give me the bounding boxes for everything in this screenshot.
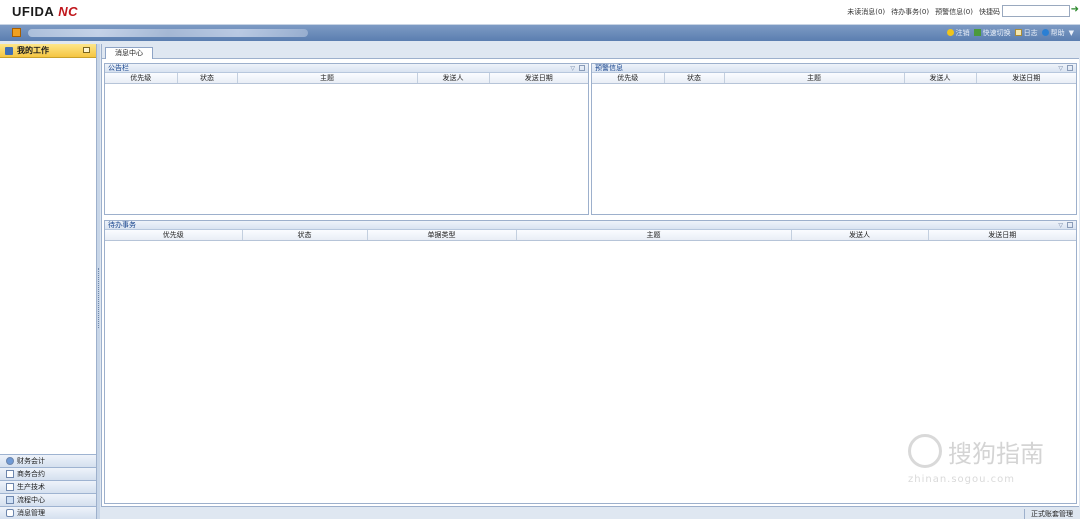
arrow-right-icon[interactable]: ➜ <box>1071 4 1079 15</box>
tab-message-center[interactable]: 消息中心 <box>105 47 153 59</box>
key-icon <box>946 29 954 36</box>
logout-button[interactable]: 注销 <box>946 28 970 38</box>
contract-icon <box>6 470 14 478</box>
col-send-date[interactable]: 发送日期 <box>489 73 588 84</box>
module-finance[interactable]: 财务会计 <box>0 454 96 467</box>
workflow-icon <box>6 496 14 504</box>
sidebar-header[interactable]: 我的工作 <box>0 44 96 58</box>
ufida-logo: UFIDA NC <box>12 4 78 19</box>
log-label: 日志 <box>1023 29 1038 37</box>
minimize-icon[interactable] <box>83 47 90 53</box>
collapse-icon[interactable]: ▽ <box>1058 65 1063 72</box>
col-send-date[interactable]: 发送日期 <box>976 73 1076 84</box>
unread-messages-link[interactable]: 未读消息(0) <box>847 7 885 17</box>
col-status[interactable]: 状态 <box>177 73 238 84</box>
alert-table: 优先级 状态 主题 发送人 发送日期 <box>592 73 1076 84</box>
todo-title: 待办事务 <box>108 221 136 229</box>
col-send-date[interactable]: 发送日期 <box>928 230 1076 241</box>
col-priority[interactable]: 优先级 <box>105 73 178 84</box>
nav-bar: 注销 快速切换 日志 帮助 ▼ <box>0 25 1080 41</box>
collapse-icon[interactable]: ▽ <box>1058 222 1063 229</box>
alert-panel: 预警信息 ▽ 优先级 状态 主题 发送人 发送日期 <box>591 63 1077 215</box>
logo-mark: NC <box>58 4 78 19</box>
notice-panel: 公告栏 ▽ 优先级 状态 主题 发送人 发送日期 <box>104 63 589 215</box>
panel-title-todo: 待办事务 ▽ <box>105 221 1076 230</box>
module-label: 流程中心 <box>17 496 45 504</box>
finance-icon <box>6 457 14 465</box>
col-sender[interactable]: 发送人 <box>904 73 977 84</box>
quick-switch-button[interactable]: 快速切换 <box>973 28 1011 38</box>
nav-actions: 注销 快速切换 日志 帮助 ▼ <box>946 28 1074 38</box>
module-list: 财务会计 商务合约 生产技术 流程中心 消息管理 <box>0 454 96 519</box>
col-status[interactable]: 状态 <box>664 73 725 84</box>
header-links: 未读消息(0) 待办事务(0) 预警信息(0) 快捷码 <box>847 7 1000 17</box>
col-priority[interactable]: 优先级 <box>105 230 243 241</box>
maximize-icon[interactable] <box>1067 65 1073 71</box>
chevron-down-icon[interactable]: ▼ <box>1069 29 1074 37</box>
notice-title: 公告栏 <box>108 64 129 72</box>
maximize-icon[interactable] <box>1067 222 1073 228</box>
help-button[interactable]: 帮助 <box>1041 28 1065 38</box>
todo-table: 优先级 状态 单据类型 主题 发送人 发送日期 <box>105 230 1076 241</box>
main-content: 消息中心 公告栏 ▽ 优先级 状态 主题 发送人 发送日期 预警信息 ▽ 优先级… <box>101 44 1079 519</box>
module-label: 财务会计 <box>17 457 45 465</box>
switch-icon <box>973 29 981 36</box>
top-header: UFIDA NC 未读消息(0) 待办事务(0) 预警信息(0) 快捷码 ➜ <box>0 0 1080 25</box>
col-sender[interactable]: 发送人 <box>791 230 929 241</box>
todo-link[interactable]: 待办事务(0) <box>891 7 929 17</box>
my-work-icon <box>5 46 13 55</box>
col-subject[interactable]: 主题 <box>237 73 418 84</box>
home-icon[interactable] <box>12 28 21 37</box>
todo-panel: 待办事务 ▽ 优先级 状态 单据类型 主题 发送人 发送日期 <box>104 220 1077 504</box>
module-workflow[interactable]: 流程中心 <box>0 493 96 506</box>
col-priority[interactable]: 优先级 <box>592 73 665 84</box>
col-doc-type[interactable]: 单据类型 <box>367 230 517 241</box>
sidebar: 我的工作 财务会计 商务合约 生产技术 流程中心 消息管理 <box>0 44 97 519</box>
alert-title: 预警信息 <box>595 64 623 72</box>
panel-tools: ▽ <box>1058 222 1073 229</box>
logo-text: UFIDA <box>12 4 55 19</box>
notice-table: 优先级 状态 主题 发送人 发送日期 <box>105 73 588 84</box>
help-label: 帮助 <box>1050 29 1065 37</box>
collapse-icon[interactable]: ▽ <box>570 65 575 72</box>
module-label: 生产技术 <box>17 483 45 491</box>
log-button[interactable]: 日志 <box>1014 28 1038 38</box>
col-subject[interactable]: 主题 <box>724 73 905 84</box>
message-icon <box>6 509 14 517</box>
maximize-icon[interactable] <box>579 65 585 71</box>
module-label: 商务合约 <box>17 470 45 478</box>
splitter-grip <box>98 268 99 328</box>
col-sender[interactable]: 发送人 <box>417 73 490 84</box>
panel-title-alert: 预警信息 ▽ <box>592 64 1076 73</box>
log-icon <box>1014 29 1022 36</box>
panel-tools: ▽ <box>570 65 585 72</box>
account-status: 正式账套管理 <box>1024 509 1073 519</box>
help-icon <box>1041 29 1049 36</box>
module-production[interactable]: 生产技术 <box>0 480 96 493</box>
module-label: 消息管理 <box>17 509 45 517</box>
tab-strip: 消息中心 <box>102 44 1079 59</box>
sidebar-splitter[interactable] <box>97 44 100 519</box>
quick-code-input[interactable] <box>1002 5 1070 17</box>
quick-code-label: 快捷码 <box>979 8 1000 16</box>
col-status[interactable]: 状态 <box>242 230 368 241</box>
status-bar: 正式账套管理 <box>101 506 1079 519</box>
logout-label: 注销 <box>955 29 970 37</box>
col-subject[interactable]: 主题 <box>516 230 792 241</box>
quick-switch-label: 快速切换 <box>982 29 1011 37</box>
panel-title-notice: 公告栏 ▽ <box>105 64 588 73</box>
alert-info-link[interactable]: 预警信息(0) <box>935 7 973 17</box>
panel-tools: ▽ <box>1058 65 1073 72</box>
sidebar-title: 我的工作 <box>17 46 49 55</box>
module-contract[interactable]: 商务合约 <box>0 467 96 480</box>
production-icon <box>6 483 14 491</box>
module-message[interactable]: 消息管理 <box>0 506 96 519</box>
nav-breadcrumb-blurred <box>28 29 308 37</box>
